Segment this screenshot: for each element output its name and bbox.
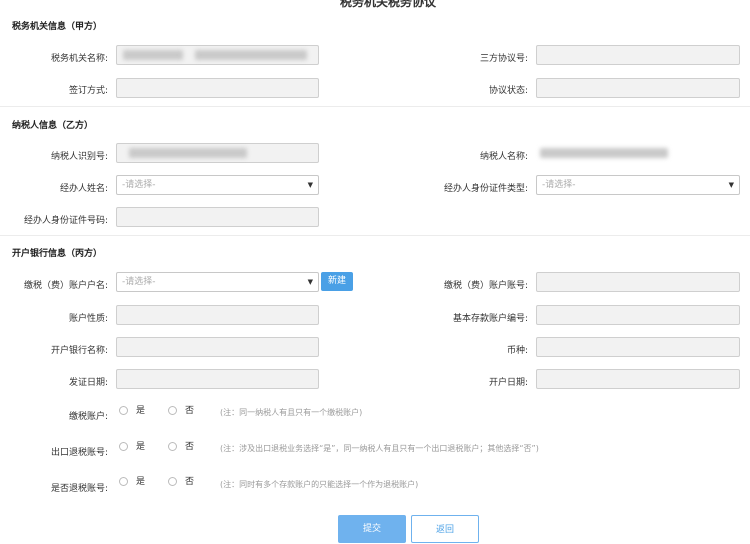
agent-name-placeholder: -请选择- [122,180,156,190]
taxpayer-name-field[interactable] [536,143,740,163]
account-name-select[interactable]: -请选择- ▼ [116,272,319,292]
account-nature-label: 账户性质: [68,314,108,324]
account-name-label: 缴税（费）账户户名: [23,281,108,291]
new-account-button[interactable]: 新建 [321,272,353,291]
agent-id-no-label: 经办人身份证件号码: [23,216,108,226]
export-refund-yes-label: 是 [136,442,146,452]
issue-date-label: 发证日期: [68,378,108,388]
submit-button[interactable]: 提交 [338,515,406,543]
basic-deposit-field[interactable] [536,305,740,325]
export-refund-yes-radio[interactable] [119,442,128,451]
agreement-status-field[interactable] [536,78,740,98]
redacted-value [123,50,183,60]
basic-deposit-label: 基本存款账户编号: [452,314,528,324]
section-title-tax-office: 税务机关信息（甲方） [12,22,103,32]
account-no-field[interactable] [536,272,740,292]
chevron-down-icon: ▼ [307,181,313,189]
issue-date-field[interactable] [116,369,319,389]
account-name-placeholder: -请选择- [122,277,156,287]
agent-name-label: 经办人姓名: [59,184,108,194]
section-divider [0,106,750,107]
redacted-value [540,148,668,158]
tax-office-name-label: 税务机关名称: [50,54,108,64]
tax-account-no-radio[interactable] [168,406,177,415]
agreement-status-label: 协议状态: [488,86,528,96]
agent-id-type-label: 经办人身份证件类型: [443,184,528,194]
agent-id-type-placeholder: -请选择- [542,180,576,190]
tax-account-note: (注：同一纳税人有且只有一个缴税账户) [220,408,363,417]
refund-account-no-radio[interactable] [168,477,177,486]
refund-account-label: 是否退税账号: [50,484,108,494]
open-date-field[interactable] [536,369,740,389]
open-date-label: 开户日期: [488,378,528,388]
chevron-down-icon: ▼ [728,181,734,189]
tax-office-name-field[interactable] [116,45,319,65]
page-title: 税务机关税务协议 [340,0,437,9]
tax-account-label: 缴税账户: [68,412,108,422]
export-refund-note: (注：涉及出口退税业务选择“是”，同一纳税人有且只有一个出口退税账户；其他选择“… [220,444,539,453]
export-refund-no-radio[interactable] [168,442,177,451]
taxpayer-id-field[interactable] [116,143,319,163]
currency-field[interactable] [536,337,740,357]
tax-account-yes-label: 是 [136,406,146,416]
redacted-value [195,50,307,60]
agent-id-no-field[interactable] [116,207,319,227]
agent-name-select[interactable]: -请选择- ▼ [116,175,319,195]
redacted-value [129,148,247,158]
export-refund-no-label: 否 [185,442,195,452]
export-refund-label: 出口退税账号: [50,448,108,458]
currency-label: 币种: [506,346,528,356]
section-title-taxpayer: 纳税人信息（乙方） [12,121,94,131]
refund-account-yes-radio[interactable] [119,477,128,486]
agent-id-type-select[interactable]: -请选择- ▼ [536,175,740,195]
account-nature-field[interactable] [116,305,319,325]
refund-account-no-label: 否 [185,477,195,487]
sign-method-label: 签订方式: [68,86,108,96]
section-title-bank: 开户银行信息（丙方） [12,249,103,259]
refund-account-note: (注：同时有多个存款账户的只能选择一个作为退税账户) [220,480,419,489]
tax-account-no-label: 否 [185,406,195,416]
bank-name-field[interactable] [116,337,319,357]
agreement-no-field[interactable] [536,45,740,65]
agreement-no-label: 三方协议号: [479,54,528,64]
section-divider [0,235,750,236]
taxpayer-id-label: 纳税人识别号: [50,152,108,162]
account-no-label: 缴税（费）账户账号: [443,281,528,291]
bank-name-label: 开户银行名称: [50,346,108,356]
tax-account-yes-radio[interactable] [119,406,128,415]
taxpayer-name-label: 纳税人名称: [479,152,528,162]
refund-account-yes-label: 是 [136,477,146,487]
sign-method-field[interactable] [116,78,319,98]
back-button[interactable]: 返回 [411,515,479,543]
chevron-down-icon: ▼ [307,278,313,286]
